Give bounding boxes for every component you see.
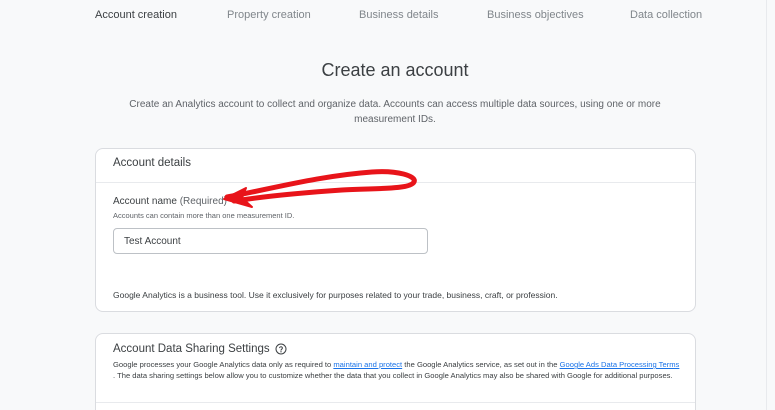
data-sharing-desc-part1: Google processes your Google Analytics d…	[113, 360, 334, 369]
account-details-title: Account details	[96, 149, 695, 183]
data-sharing-card: Account Data Sharing Settings Google pro…	[95, 333, 696, 410]
step-account-creation[interactable]: Account creation	[95, 9, 177, 21]
data-sharing-desc-part2: the Google Analytics service, as set out…	[402, 360, 560, 369]
account-name-hint: Accounts can contain more than one measu…	[113, 211, 295, 220]
data-sharing-divider	[96, 402, 695, 403]
account-name-label-text: Account name	[113, 196, 177, 207]
data-sharing-header: Account Data Sharing Settings	[113, 343, 287, 355]
account-details-card: Account details Account name (Required) …	[95, 148, 696, 312]
help-circle-icon[interactable]	[275, 343, 287, 355]
business-tool-note: Google Analytics is a business tool. Use…	[113, 290, 558, 300]
data-sharing-description: Google processes your Google Analytics d…	[113, 359, 683, 381]
data-sharing-title: Account Data Sharing Settings	[113, 343, 270, 355]
ads-data-processing-terms-link[interactable]: Google Ads Data Processing Terms	[560, 360, 680, 369]
step-business-objectives[interactable]: Business objectives	[487, 9, 584, 21]
step-business-details[interactable]: Business details	[359, 9, 439, 21]
step-property-creation[interactable]: Property creation	[227, 9, 311, 21]
account-name-input[interactable]	[113, 228, 428, 254]
required-marker: (Required)	[179, 196, 227, 207]
page-subtitle: Create an Analytics account to collect a…	[129, 99, 661, 125]
maintain-protect-link[interactable]: maintain and protect	[333, 360, 402, 369]
data-sharing-desc-part3: . The data sharing settings below allow …	[113, 371, 673, 380]
step-data-collection[interactable]: Data collection	[630, 9, 702, 21]
create-account-page: Account creation Property creation Busin…	[0, 0, 775, 410]
setup-stepper: Account creation Property creation Busin…	[0, 0, 775, 32]
account-name-label: Account name (Required)	[113, 196, 227, 207]
page-title: Create an account	[321, 60, 469, 80]
